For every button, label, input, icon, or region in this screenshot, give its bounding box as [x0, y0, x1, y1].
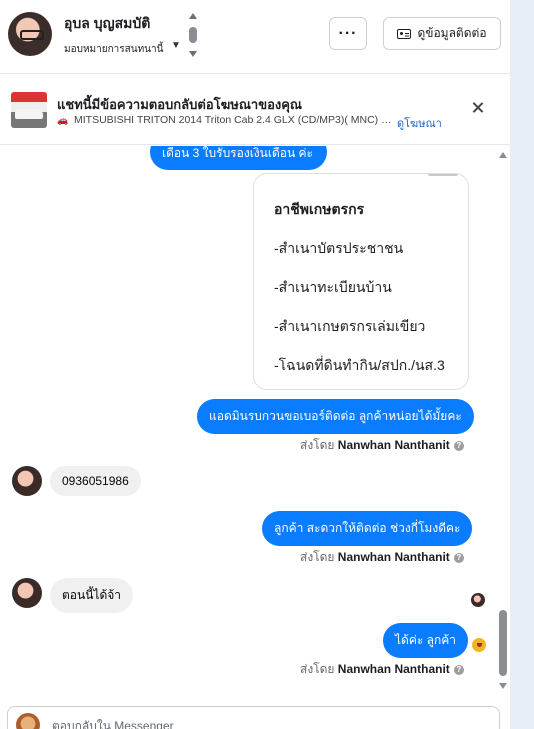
more-options-button[interactable]: ··· — [329, 17, 367, 50]
ad-reply-banner: แชทนี้มีข้อความตอบกลับต่อโฆษณาของคุณ 🚗 M… — [0, 75, 510, 145]
ad-thumbnail — [11, 92, 47, 128]
assign-dropdown-caret-icon[interactable]: ▼ — [171, 40, 181, 51]
reply-input[interactable] — [52, 717, 452, 729]
outgoing-message[interactable]: เดือน 3 ใบรับรองเงินเดือน ค่ะ — [150, 146, 327, 170]
view-contact-info-label: ดูข้อมูลติดต่อ — [417, 26, 487, 40]
info-icon[interactable]: ? — [453, 440, 464, 451]
close-icon[interactable] — [470, 100, 486, 116]
assign-conversation-label[interactable]: มอบหมายการสนทนานี้ — [64, 42, 163, 57]
outgoing-message[interactable]: ได้ค่ะ ลูกค้า — [383, 623, 469, 658]
view-contact-info-button[interactable]: ดูข้อมูลติดต่อ — [383, 17, 501, 50]
contact-avatar[interactable] — [8, 12, 52, 56]
sent-by-label: ส่งโดย Nanwhan Nanthanit? — [300, 660, 464, 679]
contact-avatar[interactable] — [12, 466, 42, 496]
car-icon: 🚗 — [57, 115, 69, 125]
conversation-header: อุบล บุญสมบัติ มอบหมายการสนทนานี้ ▼ ··· … — [0, 0, 510, 74]
card-heading: อาชีพเกษตรกร — [274, 201, 365, 217]
message-composer — [7, 706, 500, 729]
ad-banner-title: แชทนี้มีข้อความตอบกลับต่อโฆษณาของคุณ — [57, 97, 302, 112]
sender-name[interactable]: Nanwhan Nanthanit — [338, 438, 450, 452]
scroll-thumb[interactable] — [499, 610, 507, 676]
right-panel-edge — [510, 0, 534, 729]
outgoing-message[interactable]: ลูกค้า สะดวกให้ติดต่อ ช่วงกี่โมงดีคะ — [262, 511, 473, 546]
contact-avatar[interactable] — [12, 578, 42, 608]
read-receipt-avatar — [471, 593, 485, 607]
incoming-message[interactable]: ตอนนี้ได้จ้า — [50, 578, 134, 613]
sent-by-label: ส่งโดย Nanwhan Nanthanit? — [300, 548, 464, 567]
scroll-up-icon[interactable] — [499, 152, 507, 158]
card-line: -สำเนาทะเบียนบ้าน — [274, 279, 392, 295]
contact-name[interactable]: อุบล บุญสมบัติ — [64, 13, 150, 35]
outgoing-message[interactable]: แอดมินรบกวนขอเบอร์ติดต่อ ลูกค้าหน่อยได้ม… — [197, 399, 474, 434]
document-requirements-card[interactable]: อาชีพเกษตรกร -สำเนาบัตรประชาชน -สำเนาทะเ… — [253, 173, 469, 390]
sent-by-prefix: ส่งโดย — [300, 438, 335, 452]
card-line: -โฉนดที่ดินทำกิน/สปก./นส.3 — [274, 357, 445, 373]
sender-name[interactable]: Nanwhan Nanthanit — [338, 550, 450, 564]
sent-by-prefix: ส่งโดย — [300, 662, 335, 676]
ad-subtitle: MITSUBISHI TRITON 2014 Triton Cab 2.4 GL… — [74, 114, 394, 126]
incoming-message[interactable]: 0936051986 — [50, 466, 141, 496]
contact-card-icon — [397, 28, 412, 39]
scroll-down-icon[interactable] — [499, 683, 507, 689]
info-icon[interactable]: ? — [453, 664, 464, 675]
card-line: -สำเนาบัตรประชาชน — [274, 240, 404, 256]
chevron-down-icon — [189, 51, 197, 57]
info-icon[interactable]: ? — [453, 552, 464, 563]
resize-handle[interactable] — [188, 13, 198, 57]
chat-scrollbar[interactable] — [496, 148, 510, 692]
card-line: -สำเนาเกษตรกรเล่มเขียว — [274, 318, 426, 334]
sent-by-prefix: ส่งโดย — [300, 550, 335, 564]
view-ad-link[interactable]: ดูโฆษณา — [397, 114, 442, 132]
page-avatar — [16, 713, 40, 729]
sent-by-label: ส่งโดย Nanwhan Nanthanit? — [300, 436, 464, 455]
seen-emoji-icon — [472, 638, 486, 652]
sender-name[interactable]: Nanwhan Nanthanit — [338, 662, 450, 676]
card-top-fragment — [428, 174, 458, 176]
chevron-up-icon — [189, 13, 197, 19]
message-thread: เดือน 3 ใบรับรองเงินเดือน ค่ะ อาชีพเกษตร… — [0, 146, 510, 700]
handle-bar — [189, 27, 197, 43]
